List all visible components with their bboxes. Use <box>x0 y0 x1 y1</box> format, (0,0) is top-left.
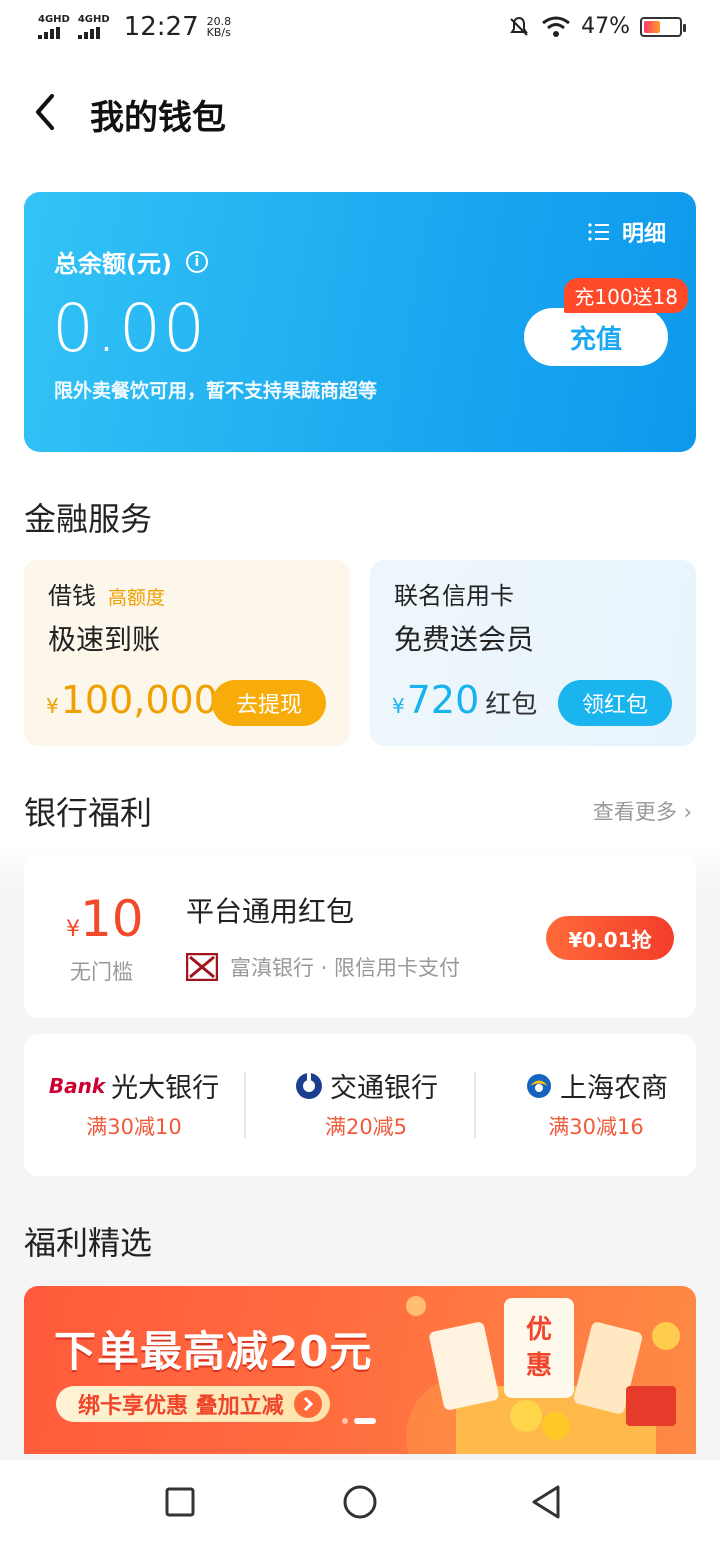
credit-subtitle: 免费送会员 <box>394 623 535 656</box>
shanghai-rural-bank-logo-icon <box>527 1073 551 1098</box>
info-icon[interactable]: i <box>185 250 208 273</box>
battery-icon <box>640 16 686 37</box>
loan-tag: 高额度 <box>108 587 166 609</box>
loan-subtitle: 极速到账 <box>48 623 161 656</box>
bind-card-pill[interactable]: 绑卡享优惠 叠加立减 <box>56 1386 330 1422</box>
detail-link[interactable]: 明细 <box>588 216 666 248</box>
signal-icon: 4GHD <box>77 15 110 39</box>
balance-label: 总余额(元) i <box>54 244 208 279</box>
divider <box>474 1072 476 1138</box>
claim-redpacket-button[interactable]: 领红包 <box>558 680 672 726</box>
status-time: 12:27 <box>123 12 199 42</box>
fudian-bank-logo-icon <box>186 953 218 981</box>
credit-title: 联名信用卡 <box>394 582 514 610</box>
coupon-threshold: 无门槛 <box>70 960 133 984</box>
list-icon <box>588 223 609 241</box>
balance-card: 明细 总余额(元) i 0.00 限外卖餐饮可用，暂不支持果蔬商超等 充值 充1… <box>24 192 696 452</box>
bank-deals: Bank 光大银行 满30减10 交通银行 满20减5 上海农商 满30减16 <box>24 1034 696 1176</box>
coupon-value: ¥10 <box>66 890 144 948</box>
network-speed: 20.8 KB/s <box>206 15 232 39</box>
square-nav-icon[interactable] <box>160 1482 200 1522</box>
balance-amount: 0.00 <box>52 290 207 367</box>
coupon-gift-illustration-icon: 优 惠 <box>406 1296 680 1454</box>
coupon-bank: 富滇银行 · 限信用卡支付 <box>186 952 460 982</box>
back-icon[interactable] <box>30 92 60 132</box>
credit-amount: ¥720 红包 <box>392 678 538 722</box>
promo-badge: 充100送18 <box>564 278 688 313</box>
circle-nav-icon[interactable] <box>340 1482 380 1522</box>
wifi-icon <box>542 16 571 37</box>
page-title: 我的钱包 <box>90 98 226 138</box>
signal-icon: 4GHD <box>38 15 70 39</box>
chevron-right-icon <box>293 1390 322 1418</box>
svg-text:优: 优 <box>526 1315 552 1345</box>
deal-everbright[interactable]: Bank 光大银行 满30减10 <box>24 1066 244 1141</box>
recharge-button[interactable]: 充值 <box>524 308 668 366</box>
section-title-bank: 银行福利 <box>24 794 153 832</box>
coupon-card[interactable]: ¥10 无门槛 平台通用红包 富滇银行 · 限信用卡支付 ¥0.01抢 <box>24 856 696 1018</box>
system-nav-bar <box>0 1460 720 1544</box>
status-bar: 4GHD 4GHD 12:27 20.8 KB/s 47% <box>0 0 720 60</box>
bocom-bank-logo-icon <box>296 1072 322 1099</box>
deal-bocom[interactable]: 交通银行 满20减5 <box>256 1066 476 1141</box>
triangle-back-nav-icon[interactable] <box>528 1482 568 1522</box>
battery-percent: 47% <box>581 14 630 39</box>
divider <box>244 1072 246 1138</box>
loan-title: 借钱 <box>48 582 96 610</box>
banner-headline: 下单最高减20元 <box>54 1327 373 1376</box>
everbright-bank-logo-icon: Bank <box>48 1073 106 1098</box>
grab-coupon-button[interactable]: ¥0.01抢 <box>546 916 674 960</box>
withdraw-button[interactable]: 去提现 <box>212 680 326 726</box>
promo-banner[interactable]: 优 惠 下单最高减20元 绑卡享优惠 叠加立减 <box>24 1286 696 1454</box>
section-title-finance: 金融服务 <box>24 500 153 538</box>
section-title-featured: 福利精选 <box>24 1224 153 1262</box>
balance-note: 限外卖餐饮可用，暂不支持果蔬商超等 <box>54 380 378 402</box>
coupon-title: 平台通用红包 <box>186 895 355 928</box>
loan-amount: ¥100,000 <box>46 678 218 722</box>
loan-card[interactable]: 借钱 高额度 极速到账 ¥100,000 去提现 <box>24 560 350 746</box>
deal-shanghai-rural[interactable]: 上海农商 满30减16 <box>486 1066 706 1141</box>
header: 我的钱包 <box>0 60 720 168</box>
carousel-dots <box>342 1418 376 1424</box>
see-more-link[interactable]: 查看更多 › <box>593 796 692 826</box>
svg-text:惠: 惠 <box>526 1351 552 1381</box>
bell-off-icon <box>510 16 528 36</box>
credit-card-card[interactable]: 联名信用卡 免费送会员 ¥720 红包 领红包 <box>370 560 696 746</box>
detail-label: 明细 <box>621 222 666 247</box>
